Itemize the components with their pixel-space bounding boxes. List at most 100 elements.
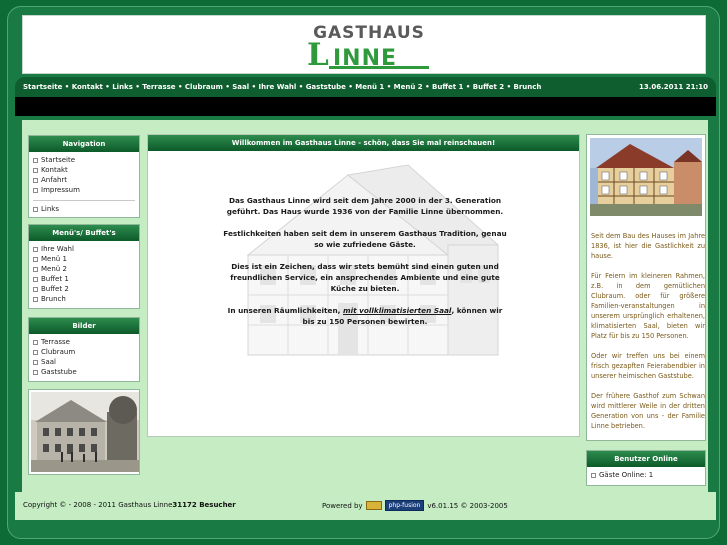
logo-linne[interactable]: L INNE xyxy=(307,40,431,71)
nav-item-impressum[interactable]: Impressum xyxy=(33,185,135,195)
php-fusion-logo-icon xyxy=(365,501,382,510)
bilder-item-label: Saal xyxy=(41,358,56,366)
bullet-icon xyxy=(33,256,38,262)
welcome-paragraph: Dies ist ein Zeichen, dass wir stets bem… xyxy=(230,262,500,293)
nav-separator: • xyxy=(345,83,356,91)
bilder-title: Bilder xyxy=(29,318,139,334)
menu-item-label: Menü 1 xyxy=(41,255,67,263)
menus-panel: Menü's/ Buffet's Ihre Wahl Menü 1 Menü 2… xyxy=(28,224,140,309)
users-online-list: Gäste Online: 1 xyxy=(587,467,705,483)
bullet-icon xyxy=(33,339,38,345)
users-online-title: Benutzer Online xyxy=(587,451,705,467)
top-navigation: Startseite • Kontakt • Links • Terrasse … xyxy=(15,77,716,97)
bullet-icon xyxy=(33,369,38,375)
bullet-icon xyxy=(33,296,38,302)
nav-item-links[interactable]: Links xyxy=(33,204,135,214)
bilder-item-label: Clubraum xyxy=(41,348,76,356)
menu-item-menue-1[interactable]: Menü 1 xyxy=(33,254,135,264)
bilder-item-terrasse[interactable]: Terrasse xyxy=(33,337,135,347)
top-nav-link[interactable]: Buffet 2 xyxy=(473,83,504,91)
nav-separator: • xyxy=(422,83,433,91)
top-nav-link[interactable]: Terrasse xyxy=(142,83,175,91)
top-nav-link[interactable]: Gaststube xyxy=(306,83,346,91)
menu-item-menue-2[interactable]: Menü 2 xyxy=(33,264,135,274)
content-area: Navigation Startseite Kontakt Anfahrt Im… xyxy=(22,120,708,492)
nav-item-label: Kontakt xyxy=(41,166,68,174)
menu-item-label: Menü 2 xyxy=(41,265,67,273)
bullet-icon xyxy=(33,246,38,252)
nav-item-label: Impressum xyxy=(41,186,80,194)
top-nav-link[interactable]: Saal xyxy=(232,83,249,91)
bullet-icon xyxy=(591,472,596,478)
text-segment: In unseren Räumlichkeiten, xyxy=(227,306,343,315)
nav-separator: • xyxy=(62,83,72,91)
nav-item-kontakt[interactable]: Kontakt xyxy=(33,165,135,175)
welcome-panel: Willkommen im Gasthaus Linne - schön, da… xyxy=(147,134,580,437)
navigation-list: Startseite Kontakt Anfahrt Impressum Lin… xyxy=(29,152,139,217)
bullet-icon xyxy=(33,266,38,272)
menu-item-buffet-1[interactable]: Buffet 1 xyxy=(33,274,135,284)
top-nav-link[interactable]: Startseite xyxy=(23,83,62,91)
bilder-item-saal[interactable]: Saal xyxy=(33,357,135,367)
nav-item-label: Startseite xyxy=(41,156,76,164)
info-panel: Seit dem Bau des Hauses im Jahre 1836, i… xyxy=(586,134,706,441)
menu-item-brunch[interactable]: Brunch xyxy=(33,294,135,304)
top-nav-link[interactable]: Brunch xyxy=(514,83,542,91)
top-nav-link[interactable]: Clubraum xyxy=(185,83,223,91)
welcome-paragraph: In unseren Räumlichkeiten, mit vollklima… xyxy=(222,305,508,327)
logo-underline xyxy=(329,66,429,69)
history-text: Seit dem Bau des Hauses im Jahre 1836, i… xyxy=(591,231,705,441)
site-footer: Copyright © - 2008 - 2011 Gasthaus Linne… xyxy=(15,492,716,520)
history-paragraph: Der frühere Gasthof zum Schwan wird mitt… xyxy=(591,392,705,430)
nav-separator: • xyxy=(504,83,514,91)
historic-house-photo[interactable] xyxy=(31,392,139,472)
guests-online-label: Gäste Online: 1 xyxy=(599,471,654,479)
welcome-text: Das Gasthaus Linne wird seit dem Jahre 2… xyxy=(222,195,508,338)
welcome-paragraph: Festlichkeiten haben seit dem in unserem… xyxy=(223,229,507,249)
menu-item-ihre-wahl[interactable]: Ihre Wahl xyxy=(33,244,135,254)
menu-item-buffet-2[interactable]: Buffet 2 xyxy=(33,284,135,294)
nav-item-startseite[interactable]: Startseite xyxy=(33,155,135,165)
visitor-counter: 31172 Besucher xyxy=(172,501,236,509)
top-nav-link[interactable]: Ihre Wahl xyxy=(259,83,297,91)
bilder-panel: Bilder Terrasse Clubraum Saal Gaststube xyxy=(28,317,140,382)
top-nav-link[interactable]: Menü 2 xyxy=(394,83,423,91)
gasthaus-color-photo[interactable] xyxy=(590,138,702,216)
nav-separator: • xyxy=(384,83,394,91)
bilder-item-label: Gaststube xyxy=(41,368,77,376)
current-datetime: 13.06.2011 21:10 xyxy=(638,83,708,91)
top-nav-link[interactable]: Links xyxy=(112,83,133,91)
guests-online: Gäste Online: 1 xyxy=(591,470,701,480)
top-nav-link[interactable]: Buffet 1 xyxy=(432,83,463,91)
top-nav-link[interactable]: Kontakt xyxy=(72,83,103,91)
nav-separator: • xyxy=(102,83,113,91)
black-bar xyxy=(15,97,716,116)
menus-list: Ihre Wahl Menü 1 Menü 2 Buffet 1 Buffet … xyxy=(29,241,139,307)
menu-item-label: Buffet 2 xyxy=(41,285,69,293)
bullet-icon xyxy=(33,167,38,173)
bullet-icon xyxy=(33,359,38,365)
users-online-panel: Benutzer Online Gäste Online: 1 xyxy=(586,450,706,486)
menu-item-label: Ihre Wahl xyxy=(41,245,74,253)
php-fusion-badge[interactable]: php-fusion xyxy=(384,500,425,511)
nav-separator: • xyxy=(296,83,306,91)
nav-item-anfahrt[interactable]: Anfahrt xyxy=(33,175,135,185)
history-paragraph: Seit dem Bau des Hauses im Jahre 1836, i… xyxy=(591,232,705,260)
bullet-icon xyxy=(33,177,38,183)
copyright-text: Copyright © - 2008 - 2011 Gasthaus Linne xyxy=(23,501,173,509)
top-nav-link[interactable]: Menü 1 xyxy=(355,83,384,91)
bilder-item-gaststube[interactable]: Gaststube xyxy=(33,367,135,377)
nav-item-label: Links xyxy=(41,205,59,213)
nav-item-label: Anfahrt xyxy=(41,176,68,184)
nav-separator: • xyxy=(175,83,185,91)
nav-separator: • xyxy=(463,83,473,91)
menu-item-label: Brunch xyxy=(41,295,66,303)
saal-link[interactable]: mit vollklimatisierten Saal xyxy=(343,306,451,315)
bullet-icon xyxy=(33,187,38,193)
bilder-item-clubraum[interactable]: Clubraum xyxy=(33,347,135,357)
nav-separator: • xyxy=(222,83,233,91)
powered-by-label: Powered by xyxy=(322,501,363,510)
bullet-icon xyxy=(33,286,38,292)
menus-title: Menü's/ Buffet's xyxy=(29,225,139,241)
bullet-icon xyxy=(33,349,38,355)
